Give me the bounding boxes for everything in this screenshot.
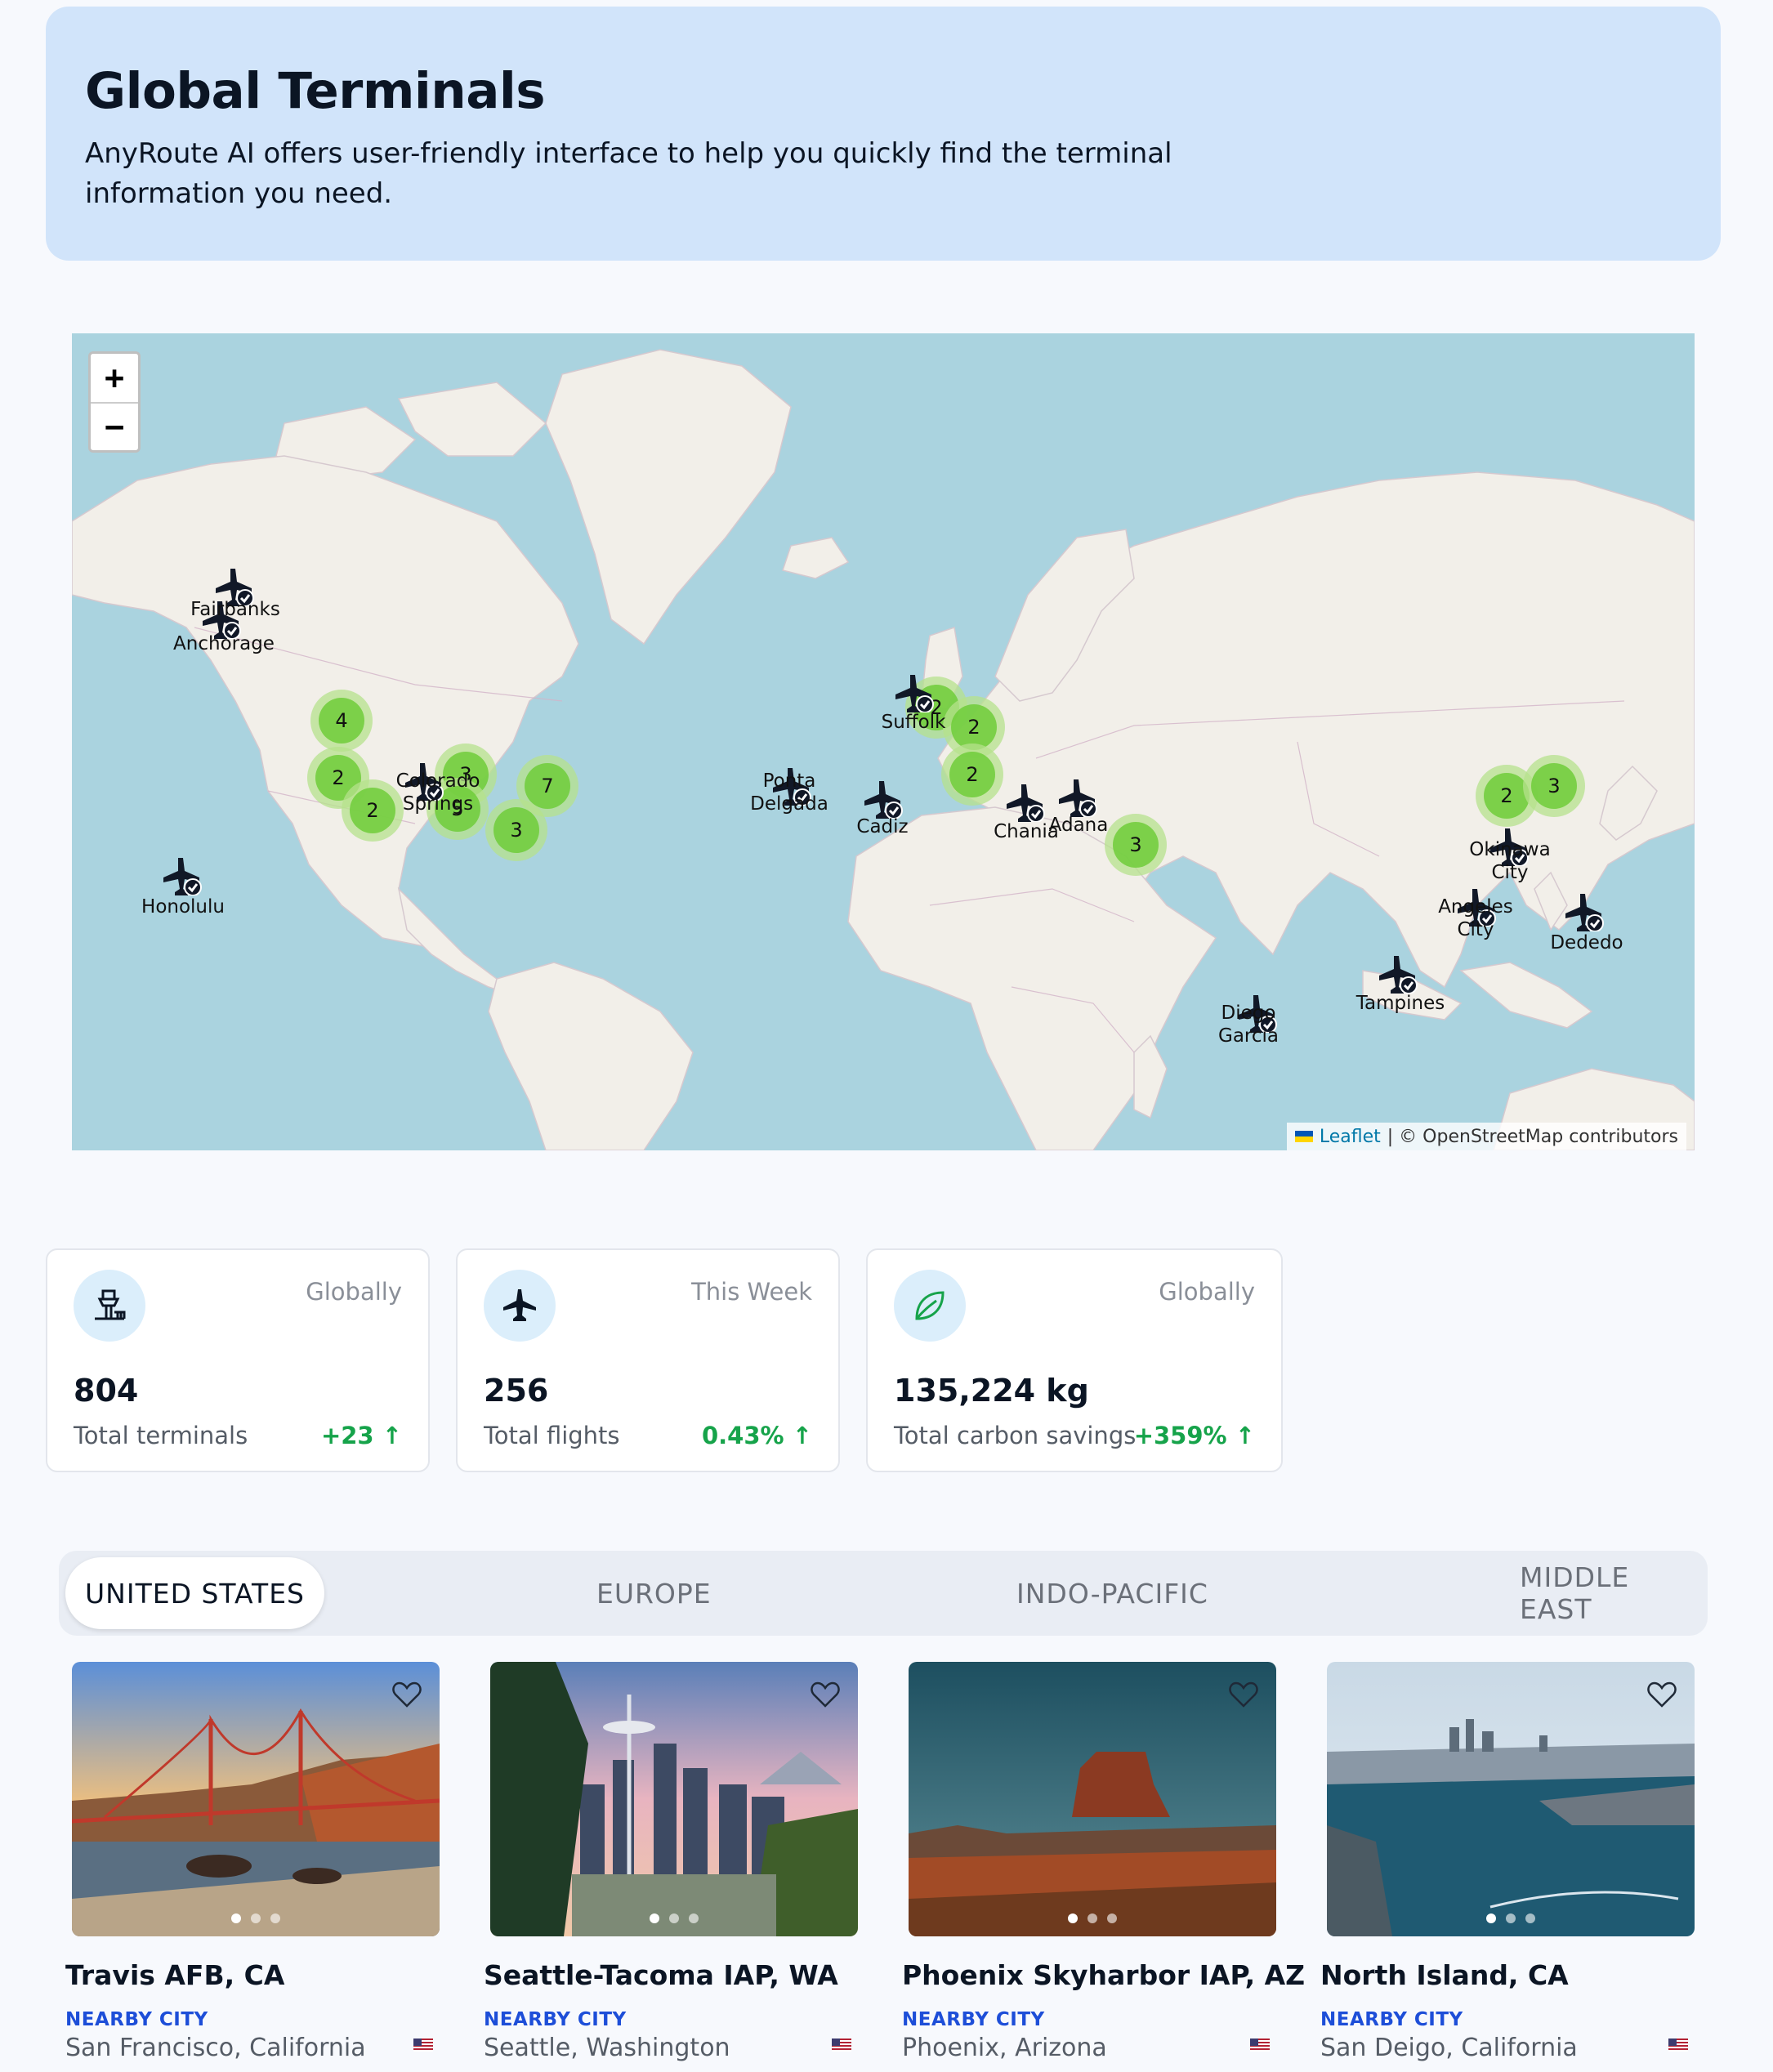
tab-indo-pacific[interactable]: INDO-PACIFIC <box>1016 1551 1208 1636</box>
region-tabs: UNITED STATES EUROPE INDO-PACIFIC MIDDLE… <box>59 1551 1708 1636</box>
stat-scope: Globally <box>1159 1278 1255 1306</box>
tab-united-states[interactable]: UNITED STATES <box>65 1557 324 1629</box>
map-attribution: Leaflet | © OpenStreetMap contributors <box>1286 1123 1686 1150</box>
place-label: Ponta Delgada <box>750 770 828 815</box>
leaf-icon <box>894 1270 966 1342</box>
terminal-card[interactable]: Travis AFB, CA NEARBY CITY San Francisco… <box>65 1662 440 2062</box>
terminal-photo[interactable] <box>72 1662 440 1936</box>
terminal-pin-icon[interactable] <box>1002 781 1047 822</box>
place-label: Colorado Springs <box>395 770 480 815</box>
place-label: Honolulu <box>141 896 225 918</box>
terminal-pin-icon[interactable] <box>159 855 204 895</box>
terminal-card[interactable]: Phoenix Skyharbor IAP, AZ NEARBY CITY Ph… <box>902 1662 1305 2062</box>
nearby-city-label: NEARBY CITY <box>484 2009 627 2030</box>
zoom-in-button[interactable]: + <box>91 354 138 402</box>
zoom-out-button[interactable]: − <box>91 402 138 450</box>
favorite-heart-icon[interactable] <box>1646 1678 1678 1711</box>
nearby-city-label: NEARBY CITY <box>902 2009 1045 2030</box>
map-cluster[interactable]: 4 <box>310 690 373 752</box>
airplane-icon <box>484 1270 556 1342</box>
carousel-dots[interactable] <box>1068 1913 1117 1923</box>
map-cluster[interactable]: 3 <box>1523 755 1585 817</box>
zoom-control: + − <box>88 351 141 453</box>
stat-change: 0.43% ↑ <box>701 1422 812 1449</box>
terminal-photo[interactable] <box>909 1662 1276 1936</box>
favorite-heart-icon[interactable] <box>391 1678 423 1711</box>
carousel-dots[interactable] <box>650 1913 699 1923</box>
stat-label: Total flights <box>484 1422 620 1449</box>
terminal-title[interactable]: North Island, CA <box>1320 1959 1688 1991</box>
stat-change: +23 ↑ <box>320 1422 402 1449</box>
page-subtitle: AnyRoute AI offers user-friendly interfa… <box>85 137 1172 210</box>
nearby-city-value: San Deigo, California <box>1320 2034 1688 2062</box>
map-cluster[interactable]: 3 <box>1105 814 1167 876</box>
leaflet-link[interactable]: Leaflet <box>1320 1127 1381 1147</box>
stat-scope: This Week <box>691 1278 812 1306</box>
terminal-title[interactable]: Travis AFB, CA <box>65 1959 433 1991</box>
ukraine-flag-icon <box>1294 1131 1313 1142</box>
page-title: Global Terminals <box>85 62 546 120</box>
terminal-title[interactable]: Seattle-Tacoma IAP, WA <box>484 1959 851 1991</box>
us-flag-icon <box>1668 2039 1688 2052</box>
terminal-pin-icon[interactable] <box>1561 891 1606 931</box>
place-label: Dededo <box>1550 932 1623 953</box>
nearby-city-value: Seattle, Washington <box>484 2034 851 2062</box>
basemap <box>72 349 1695 1150</box>
us-flag-icon <box>832 2039 851 2052</box>
stat-label: Total terminals <box>74 1422 248 1449</box>
stat-value: 804 <box>74 1373 139 1409</box>
terminal-title[interactable]: Phoenix Skyharbor IAP, AZ <box>902 1959 1305 1991</box>
stat-value: 256 <box>484 1373 549 1409</box>
monument-valley-image <box>909 1662 1276 1936</box>
terminal-pin-icon[interactable] <box>1054 776 1100 817</box>
place-label: Suffolk <box>881 712 946 733</box>
tab-middle-east[interactable]: MIDDLE EAST <box>1520 1551 1708 1636</box>
place-label: Tampines <box>1355 993 1445 1014</box>
place-label: Okinawa City <box>1469 839 1551 883</box>
map-cluster[interactable]: 7 <box>516 755 578 817</box>
terminal-card[interactable]: Seattle-Tacoma IAP, WA NEARBY CITY Seatt… <box>484 1662 858 2062</box>
place-label: Angeles City <box>1438 896 1513 940</box>
san-diego-bay-image <box>1327 1662 1695 1936</box>
stat-card-flights: This Week 256 Total flights 0.43% ↑ <box>456 1248 840 1472</box>
nearby-city-value: San Francisco, California <box>65 2034 433 2062</box>
us-flag-icon <box>1250 2039 1270 2052</box>
osm-attribution[interactable]: | © OpenStreetMap contributors <box>1387 1127 1678 1147</box>
stat-value: 135,224 kg <box>894 1373 1089 1409</box>
carousel-dots[interactable] <box>231 1913 280 1923</box>
control-tower-icon <box>74 1270 145 1342</box>
golden-gate-image <box>72 1662 440 1936</box>
tab-europe[interactable]: EUROPE <box>596 1551 712 1636</box>
nearby-city-label: NEARBY CITY <box>65 2009 208 2030</box>
favorite-heart-icon[interactable] <box>1227 1678 1260 1711</box>
terminal-pin-icon[interactable] <box>1374 953 1420 994</box>
place-label: Diego Garcia <box>1218 1003 1279 1047</box>
stat-change: +359% ↑ <box>1133 1422 1255 1449</box>
map-cluster[interactable]: 2 <box>941 744 1003 806</box>
carousel-dots[interactable] <box>1486 1913 1535 1923</box>
stat-label: Total carbon savings <box>894 1422 1137 1449</box>
terminal-pin-icon[interactable] <box>891 672 936 712</box>
nearby-city-value: Phoenix, Arizona <box>902 2034 1270 2062</box>
stat-card-terminals: Globally 804 Total terminals +23 ↑ <box>46 1248 430 1472</box>
stat-scope: Globally <box>306 1278 402 1306</box>
seattle-skyline-image <box>490 1662 858 1936</box>
terminal-map[interactable]: + − 4 2 2 3 5 3 7 2 2 2 3 2 3 Fairbanks … <box>72 333 1695 1150</box>
hero-banner: Global Terminals AnyRoute AI offers user… <box>46 7 1721 261</box>
nearby-city-label: NEARBY CITY <box>1320 2009 1463 2030</box>
terminal-pin-icon[interactable] <box>860 778 905 819</box>
place-label: Fairbanks <box>190 599 280 620</box>
favorite-heart-icon[interactable] <box>809 1678 842 1711</box>
terminal-photo[interactable] <box>490 1662 858 1936</box>
place-label: Adana <box>1048 815 1109 836</box>
place-label: Cadiz <box>856 816 909 837</box>
terminal-card[interactable]: North Island, CA NEARBY CITY San Deigo, … <box>1320 1662 1695 2062</box>
terminal-photo[interactable] <box>1327 1662 1695 1936</box>
stat-card-carbon: Globally 135,224 kg Total carbon savings… <box>866 1248 1283 1472</box>
us-flag-icon <box>413 2039 433 2052</box>
place-label: Anchorage <box>173 633 275 654</box>
